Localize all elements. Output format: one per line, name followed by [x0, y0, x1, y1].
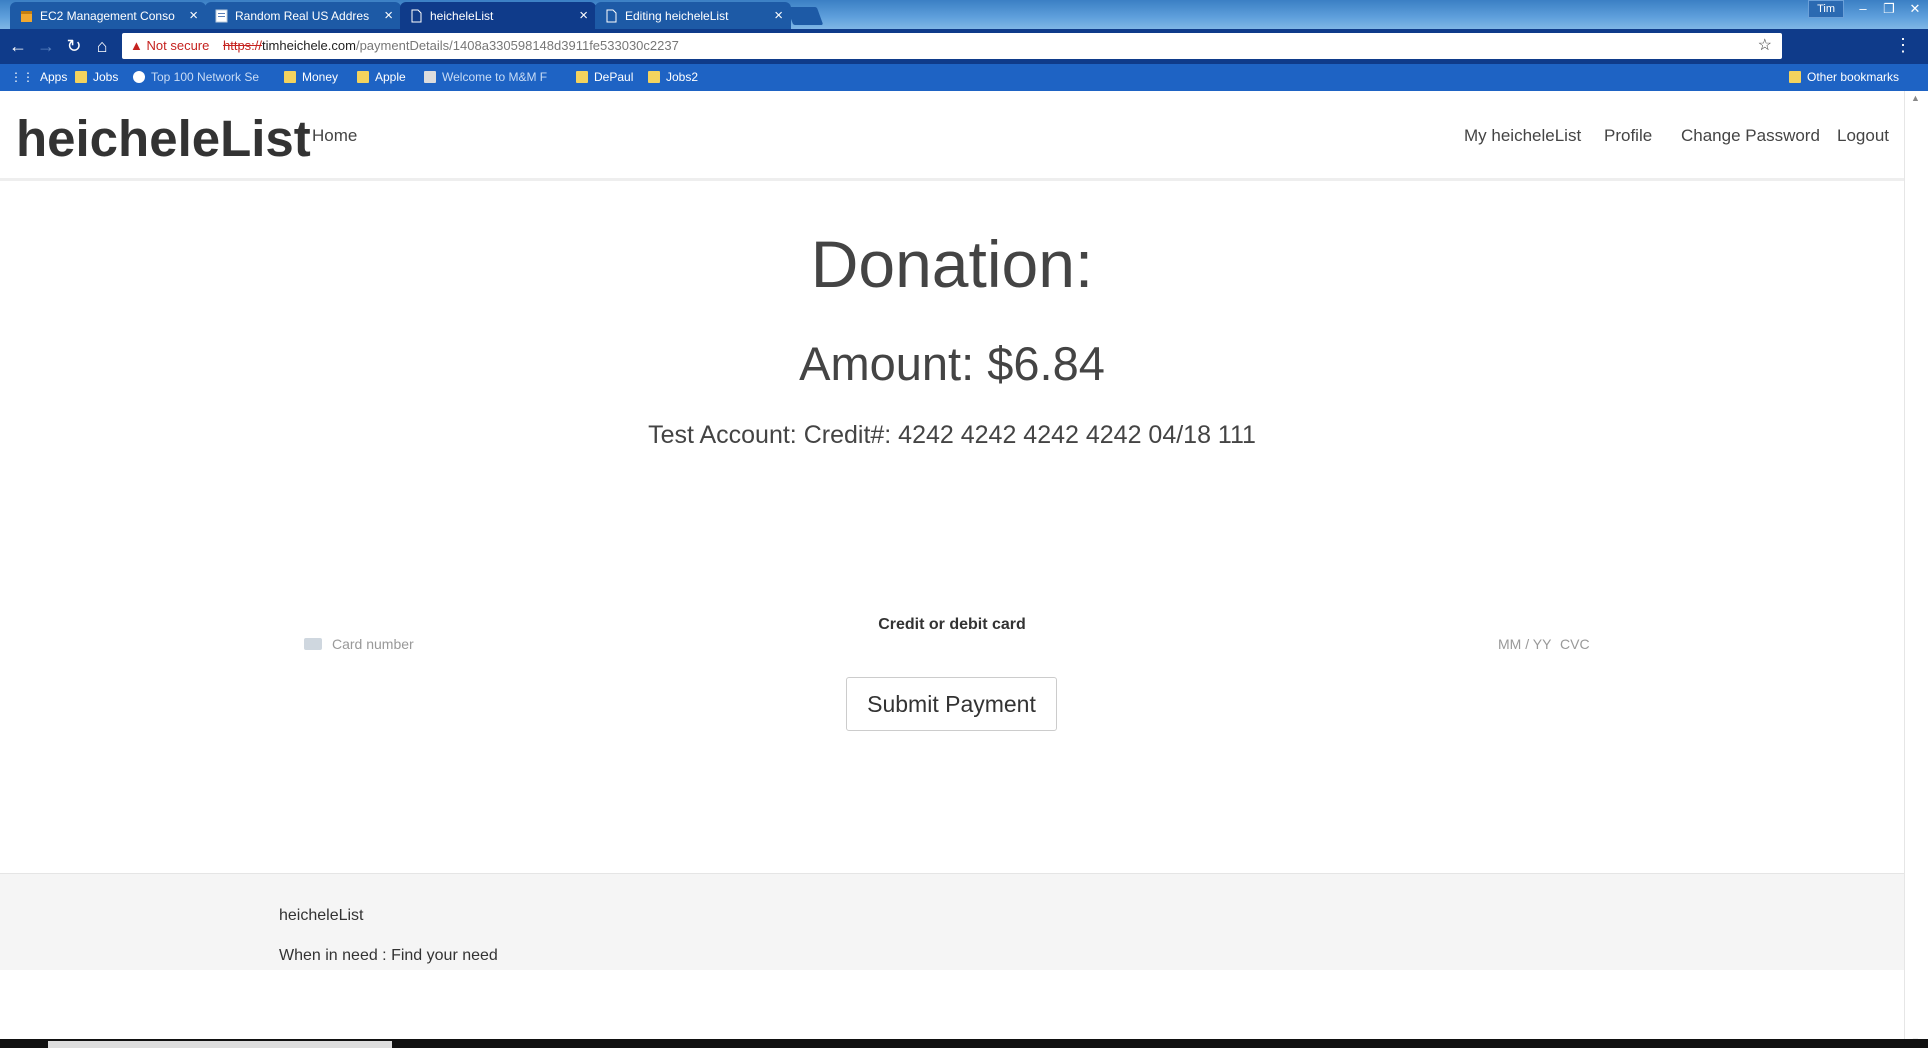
url-protocol: https://	[223, 38, 263, 53]
bookmark-mm[interactable]: Welcome to M&M F	[424, 70, 547, 84]
page-title: Donation:	[810, 227, 1094, 301]
new-tab-button[interactable]	[786, 7, 824, 25]
taskbar-item[interactable]	[48, 1041, 392, 1048]
bookmark-label: Jobs2	[666, 70, 699, 84]
tab-title: EC2 Management Conso	[40, 9, 175, 23]
warning-icon: ▲	[130, 38, 143, 53]
tab-heichelelist[interactable]: heicheleList ×	[400, 2, 596, 29]
bookmark-label: Other bookmarks	[1807, 70, 1900, 84]
expiry-field[interactable]: MM / YY	[1498, 636, 1551, 652]
address-bar: ← → ↻ ⌂ ▲ Not secure https://timheichele…	[0, 29, 1928, 64]
close-icon[interactable]: ×	[579, 7, 588, 24]
tab-random-address[interactable]: Random Real US Addres ×	[205, 2, 401, 29]
card-label: Credit or debit card	[878, 616, 1026, 633]
profile-button[interactable]: Tim	[1808, 0, 1844, 18]
other-bookmarks[interactable]: Other bookmarks	[1789, 70, 1899, 84]
bookmark-apps[interactable]: ⋮⋮ Apps	[10, 70, 67, 84]
tab-ec2[interactable]: EC2 Management Conso ×	[10, 2, 206, 29]
bookmark-label: Jobs	[93, 70, 119, 84]
home-icon[interactable]: ⌂	[92, 37, 112, 57]
apps-grid-icon: ⋮⋮	[10, 70, 34, 84]
tab-title: heicheleList	[430, 9, 494, 23]
card-element[interactable]: Card number MM / YY CVC	[300, 636, 1600, 666]
bookmarks-bar: ⋮⋮ Apps Jobs Top 100 Network Se Money App…	[0, 64, 1928, 91]
page-scrollbar[interactable]: ▲ ▼	[1904, 91, 1928, 1048]
url-input[interactable]: ▲ Not secure https://timheichele.com/pay…	[122, 33, 1782, 59]
bookmark-label: Apps	[40, 70, 68, 84]
nav-my-list[interactable]: My heicheleList	[1464, 126, 1581, 146]
security-label[interactable]: Not secure	[147, 38, 210, 53]
folder-icon	[284, 71, 296, 83]
url-path: /paymentDetails/1408a330598148d3911fe533…	[355, 38, 679, 53]
menu-icon[interactable]: ⋮	[1894, 35, 1912, 56]
donation-amount: Amount: $6.84	[799, 337, 1105, 390]
bookmark-apple[interactable]: Apple	[357, 70, 406, 84]
footer-brand: heicheleList	[279, 907, 364, 924]
tab-title: Random Real US Addres	[235, 9, 370, 23]
site-brand[interactable]: heicheleList	[16, 109, 311, 168]
bookmark-jobs2[interactable]: Jobs2	[648, 70, 698, 84]
tab-strip: EC2 Management Conso × Random Real US Ad…	[0, 0, 1928, 29]
test-account-info: Test Account: Credit#: 4242 4242 4242 42…	[648, 421, 1256, 449]
site-icon	[424, 71, 436, 83]
close-window-icon[interactable]: ✕	[1902, 0, 1928, 18]
bookmark-money[interactable]: Money	[284, 70, 338, 84]
nav-logout[interactable]: Logout	[1837, 126, 1889, 146]
page-icon	[215, 9, 228, 23]
os-taskbar	[0, 1039, 1928, 1048]
footer-tagline: When in need : Find your need	[279, 947, 498, 964]
folder-icon	[1789, 71, 1801, 83]
bookmark-label: DePaul	[594, 70, 634, 84]
box-icon	[20, 9, 33, 23]
card-number-field[interactable]: Card number	[332, 636, 414, 652]
folder-icon	[648, 71, 660, 83]
page: heicheleList Home My heicheleList Profil…	[0, 91, 1904, 1048]
close-icon[interactable]: ×	[384, 7, 393, 24]
bookmark-network[interactable]: Top 100 Network Se	[133, 70, 259, 84]
bookmark-label: Apple	[375, 70, 406, 84]
nav-profile[interactable]: Profile	[1604, 126, 1652, 146]
submit-payment-button[interactable]: Submit Payment	[846, 677, 1057, 731]
folder-icon	[576, 71, 588, 83]
folder-icon	[75, 71, 87, 83]
bookmark-label: Top 100 Network Se	[151, 70, 260, 84]
document-icon	[410, 9, 423, 23]
nav-home[interactable]: Home	[312, 126, 357, 146]
url-host: timheichele.com	[262, 38, 356, 53]
document-icon	[605, 9, 618, 23]
site-navbar: heicheleList Home My heicheleList Profil…	[0, 91, 1904, 181]
bookmark-label: Welcome to M&M F	[442, 70, 548, 84]
nav-change-password[interactable]: Change Password	[1681, 126, 1820, 146]
restore-icon[interactable]: ❐	[1876, 0, 1902, 18]
reload-icon[interactable]: ↻	[64, 37, 84, 57]
scroll-up-icon[interactable]: ▲	[1911, 93, 1920, 103]
close-icon[interactable]: ×	[189, 7, 198, 24]
tab-editing-heichelelist[interactable]: Editing heicheleList ×	[595, 2, 791, 29]
bookmark-depaul[interactable]: DePaul	[576, 70, 633, 84]
close-icon[interactable]: ×	[774, 7, 783, 24]
bookmark-jobs[interactable]: Jobs	[75, 70, 118, 84]
forward-icon[interactable]: →	[36, 37, 56, 57]
window-controls: Tim – ❐ ✕	[1808, 0, 1928, 18]
cvc-field[interactable]: CVC	[1560, 636, 1590, 652]
credit-card-icon	[304, 638, 322, 650]
eye-icon	[133, 71, 145, 83]
tab-title: Editing heicheleList	[625, 9, 729, 23]
bookmark-label: Money	[302, 70, 339, 84]
footer: heicheleList When in need : Find your ne…	[0, 873, 1904, 970]
minimize-icon[interactable]: –	[1850, 0, 1876, 18]
back-icon[interactable]: ←	[8, 37, 28, 57]
folder-icon	[357, 71, 369, 83]
bookmark-star-icon[interactable]: ☆	[1758, 33, 1772, 59]
